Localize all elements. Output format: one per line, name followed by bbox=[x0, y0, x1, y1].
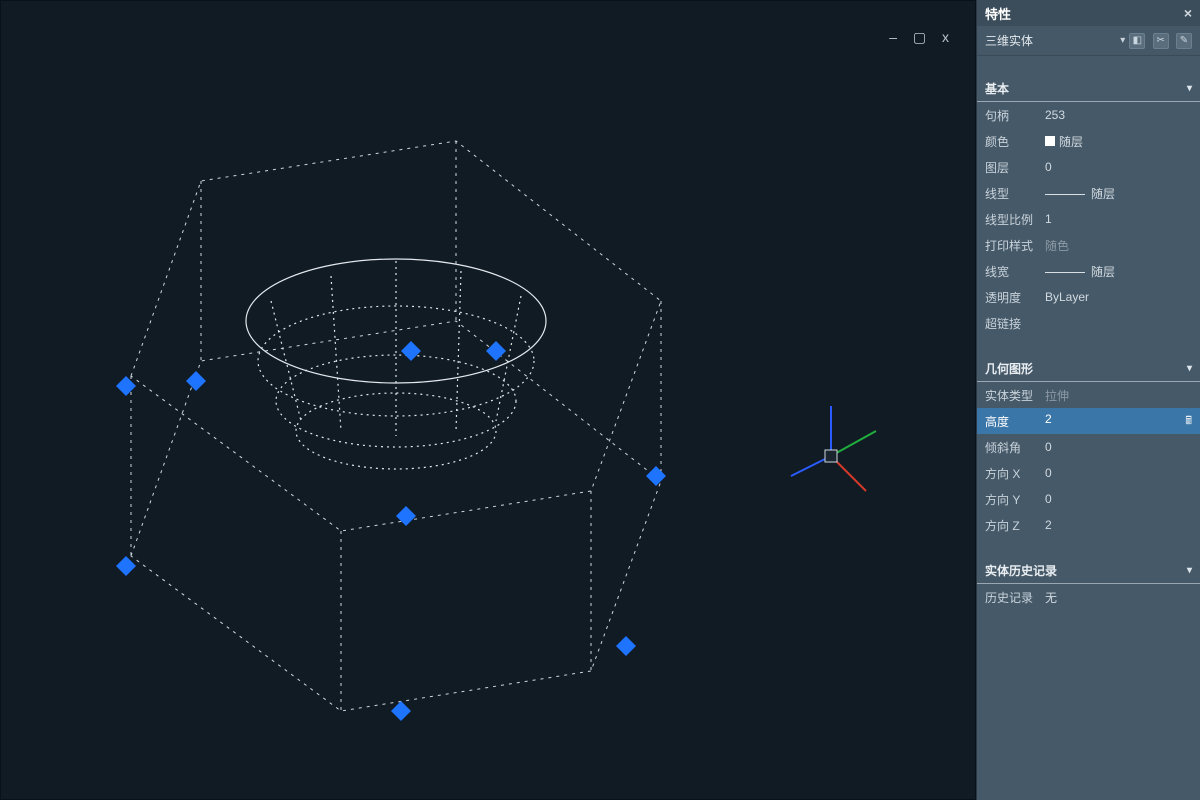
prop-solid-type[interactable]: 实体类型 拉伸 bbox=[977, 382, 1200, 408]
prop-dir-x[interactable]: 方向 X 0 bbox=[977, 460, 1200, 486]
quick-select-icon[interactable]: ✂ bbox=[1153, 33, 1169, 49]
prop-color[interactable]: 颜色 随层 bbox=[977, 128, 1200, 154]
toggle-pim-icon[interactable]: ◧ bbox=[1129, 33, 1145, 49]
prop-history[interactable]: 历史记录 无 bbox=[977, 584, 1200, 610]
section-basic[interactable]: 基本 ▾ bbox=[977, 76, 1200, 102]
calculator-icon[interactable]: 🖩 bbox=[1185, 412, 1192, 431]
prop-taper[interactable]: 倾斜角 0 bbox=[977, 434, 1200, 460]
prop-transparency[interactable]: 透明度 ByLayer bbox=[977, 284, 1200, 310]
prop-height[interactable]: 高度 2🖩 bbox=[977, 408, 1200, 434]
model-wireframe bbox=[1, 1, 977, 800]
prop-lineweight[interactable]: 线宽 随层 bbox=[977, 258, 1200, 284]
chevron-down-icon: ▾ bbox=[1187, 363, 1192, 374]
object-type-label: 三维实体 bbox=[985, 32, 1033, 49]
prop-ltscale[interactable]: 线型比例 1 bbox=[977, 206, 1200, 232]
section-geometry[interactable]: 几何图形 ▾ bbox=[977, 356, 1200, 382]
quick-calc-icon[interactable]: ✎ bbox=[1176, 33, 1192, 49]
panel-header[interactable]: 特性 × bbox=[977, 0, 1200, 26]
prop-dir-y[interactable]: 方向 Y 0 bbox=[977, 486, 1200, 512]
close-icon[interactable]: × bbox=[1184, 5, 1192, 21]
chevron-down-icon: ▾ bbox=[1187, 565, 1192, 576]
chevron-down-icon: ▾ bbox=[1187, 83, 1192, 94]
prop-handle[interactable]: 句柄 253 bbox=[977, 102, 1200, 128]
prop-layer[interactable]: 图层 0 bbox=[977, 154, 1200, 180]
object-type-row: 三维实体 ▾ ◧ ✂ ✎ bbox=[977, 26, 1200, 56]
properties-panel: 特性 × 三维实体 ▾ ◧ ✂ ✎ 基本 ▾ 句柄 253 颜色 随层 图层 0… bbox=[976, 0, 1200, 800]
section-history[interactable]: 实体历史记录 ▾ bbox=[977, 558, 1200, 584]
prop-hyperlink[interactable]: 超链接 bbox=[977, 310, 1200, 336]
color-swatch-icon bbox=[1045, 136, 1055, 146]
object-type-select[interactable]: 三维实体 ▾ bbox=[985, 32, 1125, 49]
ucs-gizmo bbox=[791, 406, 876, 491]
viewport[interactable]: – ▢ x bbox=[0, 0, 976, 800]
prop-linetype[interactable]: 线型 随层 bbox=[977, 180, 1200, 206]
panel-title: 特性 bbox=[985, 4, 1011, 23]
prop-plotstyle[interactable]: 打印样式 随色 bbox=[977, 232, 1200, 258]
prop-dir-z[interactable]: 方向 Z 2 bbox=[977, 512, 1200, 538]
